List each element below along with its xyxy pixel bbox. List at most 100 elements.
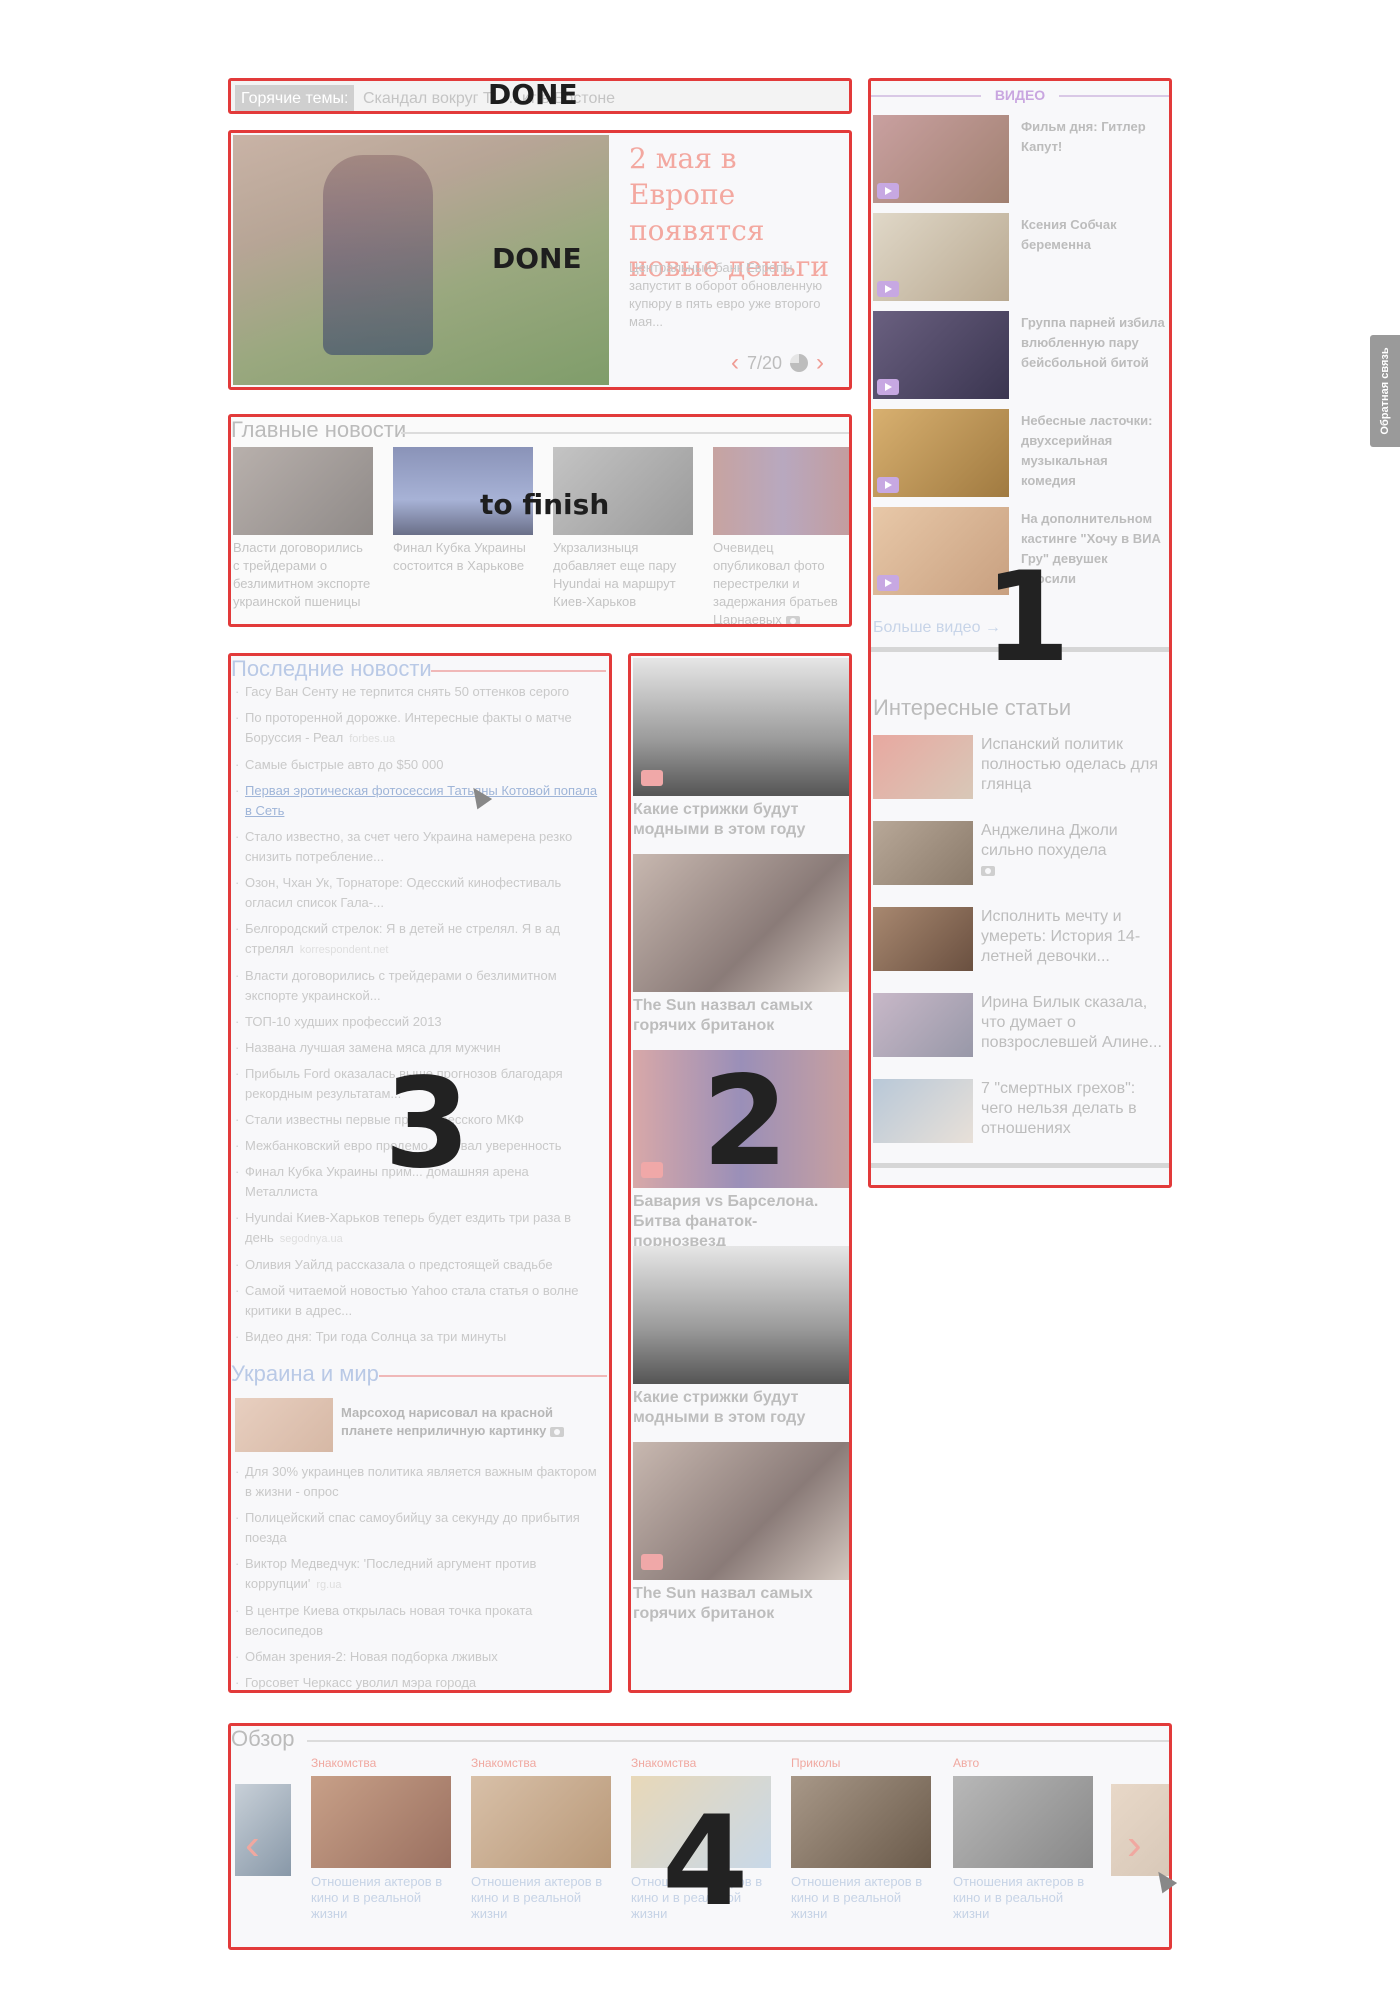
video-item[interactable]: Небесные ласточки: двухсерийная музыкаль… xyxy=(873,409,1165,499)
featured-card[interactable]: Какие стрижки будут модными в этом году xyxy=(633,658,849,840)
news-source[interactable]: korrespondent.net xyxy=(300,944,389,956)
news-item[interactable]: Озон, Чхан Ук, Торнаторе: Одесский киноф… xyxy=(235,873,605,913)
news-item-text: По проторенной дорожке. Интересные факты… xyxy=(245,710,572,745)
news-item[interactable]: Белгородский стрелок: Я в детей не стрел… xyxy=(235,919,605,960)
overview-item[interactable]: Знакомства Отношения актеров в кино и в … xyxy=(471,1756,611,1922)
overview-category[interactable]: Знакомства xyxy=(471,1756,611,1772)
news-item[interactable]: Стало известно, за счет чего Украина нам… xyxy=(235,827,605,867)
featured-card[interactable]: Какие стрижки будут модными в этом году xyxy=(633,1246,849,1428)
video-section-title: ВИДЕО xyxy=(871,87,1169,103)
video-caption: Ксения Собчак беременна xyxy=(1021,217,1117,252)
news-item[interactable]: Для 30% украинцев политика является важн… xyxy=(235,1462,605,1502)
news-item[interactable]: По проторенной дорожке. Интересные факты… xyxy=(235,708,605,749)
camera-icon xyxy=(641,1554,663,1570)
done-marker: DONE xyxy=(488,78,578,111)
video-caption: Фильм дня: Гитлер Капут! xyxy=(1021,119,1146,154)
news-item[interactable]: Оливия Уайлд рассказала о предстоящей св… xyxy=(235,1255,605,1275)
region-number: 4 xyxy=(662,1790,749,1934)
news-item[interactable]: Первая эротическая фотосессия Татьяны Ко… xyxy=(235,781,605,821)
overview-category[interactable]: Авто xyxy=(953,1756,1093,1772)
news-source[interactable]: forbes.ua xyxy=(349,733,395,745)
video-item[interactable]: Ксения Собчак беременна xyxy=(873,213,1165,303)
news-image xyxy=(235,1398,333,1452)
section-title: Главные новости xyxy=(231,417,407,442)
news-item-text: Виктор Медведчук: 'Последний аргумент пр… xyxy=(245,1556,537,1591)
ukraine-world-featured[interactable]: Марсоход нарисовал на красной планете не… xyxy=(235,1398,605,1452)
section-title: Интересные статьи xyxy=(873,695,1072,720)
progress-pie-icon xyxy=(790,354,809,372)
news-item[interactable]: Видео дня: Три года Солнца за три минуты xyxy=(235,1327,605,1347)
featured-card[interactable]: The Sun назвал самых горячих британок xyxy=(633,854,849,1036)
main-news-card[interactable]: Укрзализныця добавляет еще пару Hyundai … xyxy=(553,447,693,611)
news-item-text: Видео дня: Три года Солнца за три минуты xyxy=(245,1329,507,1344)
overview-category[interactable]: Знакомства xyxy=(631,1756,771,1772)
news-caption: Финал Кубка Украины состоится в Харькове xyxy=(393,540,526,573)
news-item[interactable]: Власти договорились с трейдерами о безли… xyxy=(235,966,605,1006)
news-item[interactable]: В центре Киева открылась новая точка про… xyxy=(235,1601,605,1641)
news-caption: Власти договорились с трейдерами о безли… xyxy=(233,540,371,609)
chevron-left-icon[interactable]: ‹ xyxy=(245,1820,260,1870)
feedback-label: Обратная связь xyxy=(1379,347,1391,435)
overview-item[interactable]: Приколы Отношения актеров в кино и в реа… xyxy=(791,1756,931,1922)
feedback-tab[interactable]: Обратная связь xyxy=(1370,335,1400,447)
article-item[interactable]: Испанский политик полностью оделась для … xyxy=(873,735,1165,805)
overview-caption: Отношения актеров в кино и в реальной жи… xyxy=(311,1874,443,1921)
slider-description: Центральный банк Европы запустит в оборо… xyxy=(629,260,823,329)
overview-item[interactable]: Знакомства Отношения актеров в кино и в … xyxy=(311,1756,451,1922)
chevron-left-icon[interactable]: ‹ xyxy=(731,349,739,377)
news-item[interactable]: Горсовет Черкасс уволил мэра города xyxy=(235,1673,605,1690)
to-finish-marker: to finish xyxy=(480,488,610,521)
play-icon xyxy=(877,477,899,493)
news-source[interactable]: segodnya.ua xyxy=(280,1233,343,1245)
overview-category[interactable]: Знакомства xyxy=(311,1756,451,1772)
news-item[interactable]: Самой читаемой новостью Yahoo стала стат… xyxy=(235,1281,605,1321)
main-news-card[interactable]: Власти договорились с трейдерами о безли… xyxy=(233,447,373,611)
slider-counter: 7/20 xyxy=(747,352,783,373)
news-item[interactable]: ТОП-10 худших профессий 2013 xyxy=(235,1012,605,1032)
overview-category[interactable]: Приколы xyxy=(791,1756,931,1772)
news-item-text: В центре Киева открылась новая точка про… xyxy=(245,1603,533,1638)
article-item[interactable]: Анджелина Джоли сильно похудела xyxy=(873,821,1165,891)
camera-icon xyxy=(785,615,800,624)
featured-caption: The Sun назвал самых горячих британок xyxy=(633,1585,813,1622)
chevron-right-icon[interactable]: › xyxy=(1127,1820,1142,1870)
more-video-link[interactable]: Больше видео → xyxy=(873,619,1001,637)
play-icon xyxy=(877,281,899,297)
camera-icon xyxy=(641,1162,663,1178)
news-item[interactable]: Hyundai Киев-Харьков теперь будет ездить… xyxy=(235,1208,605,1249)
news-source[interactable]: rg.ua xyxy=(316,1579,341,1591)
chevron-right-icon[interactable]: › xyxy=(816,349,824,377)
news-item[interactable]: Полицейский спас самоубийцу за секунду д… xyxy=(235,1508,605,1548)
hot-topics-label: Горячие темы: xyxy=(235,85,355,111)
camera-icon xyxy=(641,770,663,786)
overview-item[interactable]: Авто Отношения актеров в кино и в реальн… xyxy=(953,1756,1093,1922)
play-icon xyxy=(877,575,899,591)
news-item[interactable]: Виктор Медведчук: 'Последний аргумент пр… xyxy=(235,1554,605,1595)
news-item-text: Самой читаемой новостью Yahoo стала стат… xyxy=(245,1283,579,1318)
article-item[interactable]: 7 "смертных грехов": чего нельзя делать … xyxy=(873,1079,1165,1149)
done-marker: DONE xyxy=(492,242,582,275)
latest-news-list: Гасу Ван Сенту не терпится снять 50 отте… xyxy=(235,682,605,1353)
news-item[interactable]: Самые быстрые авто до $50 000 xyxy=(235,755,605,775)
overview-caption: Отношения актеров в кино и в реальной жи… xyxy=(791,1874,923,1921)
news-item[interactable]: Гасу Ван Сенту не терпится снять 50 отте… xyxy=(235,682,605,702)
article-item[interactable]: Исполнить мечту и умереть: История 14-ле… xyxy=(873,907,1165,977)
news-caption: Очевидец опубликовал фото перестрелки и … xyxy=(713,540,838,627)
article-item[interactable]: Ирина Билык сказала, что думает о повзро… xyxy=(873,993,1165,1063)
news-image xyxy=(233,447,373,535)
article-caption: Анджелина Джоли сильно похудела xyxy=(981,821,1165,881)
news-item[interactable]: Обман зрения-2: Новая подборка лживых xyxy=(235,1647,605,1667)
featured-caption: Какие стрижки будут модными в этом году xyxy=(633,1389,806,1426)
overview-caption: Отношения актеров в кино и в реальной жи… xyxy=(471,1874,603,1921)
video-item[interactable]: Группа парней избила влюбленную пару бей… xyxy=(873,311,1165,401)
news-caption: Укрзализныця добавляет еще пару Hyundai … xyxy=(553,540,677,609)
featured-caption: The Sun назвал самых горячих британок xyxy=(633,997,813,1034)
main-news-card[interactable]: Очевидец опубликовал фото перестрелки и … xyxy=(713,447,849,627)
region-number: 3 xyxy=(384,1052,471,1196)
slider-controls: ‹ 7/20 › xyxy=(731,349,824,377)
featured-card[interactable]: The Sun назвал самых горячих британок xyxy=(633,1442,849,1624)
camera-icon xyxy=(550,1426,565,1437)
video-item[interactable]: Фильм дня: Гитлер Капут! xyxy=(873,115,1165,205)
article-caption: Ирина Билык сказала, что думает о повзро… xyxy=(981,994,1162,1051)
video-caption: Небесные ласточки: двухсерийная музыкаль… xyxy=(1021,413,1153,488)
